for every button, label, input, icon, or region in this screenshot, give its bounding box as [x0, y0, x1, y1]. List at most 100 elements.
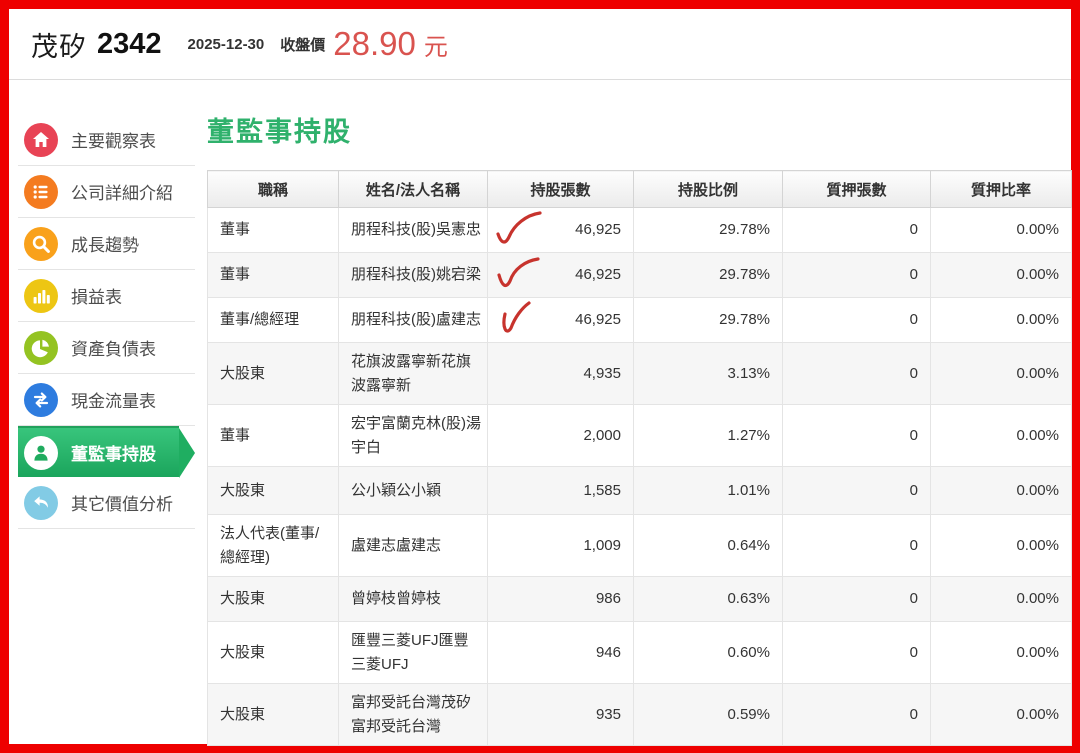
- cell-shares: 46,925: [487, 252, 634, 298]
- cell-name: 花旗波露寧新花旗波露寧新: [338, 342, 488, 405]
- cell-title: 董事/總經理: [207, 297, 339, 343]
- cell-pledge-ratio: 0.00%: [930, 342, 1072, 405]
- cell-shares: 946: [487, 621, 634, 684]
- sidebar-item-label: 董監事持股: [71, 445, 156, 464]
- cell-ratio: 1.27%: [633, 404, 783, 467]
- cell-pledge-ratio: 0.00%: [930, 514, 1072, 577]
- cell-shares: 1,585: [487, 466, 634, 515]
- cell-shares: 2,000: [487, 404, 634, 467]
- col-header-pledge-ratio: 質押比率: [930, 170, 1072, 208]
- quote-date: 2025-12-30: [187, 35, 265, 53]
- cell-shares: 1,009: [487, 514, 634, 577]
- sidebar-item-growth-trend[interactable]: 成長趨勢: [18, 218, 195, 270]
- cell-shares: 46,925: [487, 207, 634, 253]
- cell-title: 董事: [207, 404, 339, 467]
- sidebar-item-label: 主要觀察表: [71, 132, 156, 151]
- cell-pledged: 0: [782, 514, 931, 577]
- sidebar-item-label: 公司詳細介紹: [71, 184, 173, 203]
- cell-name: 匯豐三菱UFJ匯豐三菱UFJ: [338, 621, 488, 684]
- table-row: 大股東 匯豐三菱UFJ匯豐三菱UFJ 946 0.60% 0 0.00%: [207, 621, 1072, 684]
- cell-title: 大股東: [207, 621, 339, 684]
- table-row: 大股東 花旗波露寧新花旗波露寧新 4,935 3.13% 0 0.00%: [207, 342, 1072, 405]
- sidebar-nav: 主要觀察表 公司詳細介紹 成長趨勢 損益表 資產負債表 現金流量表 董監事持股 …: [9, 80, 195, 752]
- cell-pledged: 0: [782, 576, 931, 622]
- col-header-name: 姓名/法人名稱: [338, 170, 488, 208]
- cell-ratio: 29.78%: [633, 297, 783, 343]
- table-row: 董事 朋程科技(股)吳憲忠 46,925 29.78% 0 0.00%: [207, 207, 1072, 253]
- cell-pledge-ratio: 0.00%: [930, 576, 1072, 622]
- cell-name: 朋程科技(股)姚宕梁: [338, 252, 488, 298]
- stock-code: 2342: [97, 27, 162, 60]
- sidebar-item-cash-flow[interactable]: 現金流量表: [18, 374, 195, 426]
- cell-name: 朋程科技(股)吳憲忠: [338, 207, 488, 253]
- col-header-title: 職稱: [207, 170, 339, 208]
- page-title: 董監事持股: [207, 117, 352, 147]
- cell-pledged: 0: [782, 252, 931, 298]
- cell-name: 公小穎公小穎: [338, 466, 488, 515]
- sidebar-item-company-profile[interactable]: 公司詳細介紹: [18, 166, 195, 218]
- sidebar-item-label: 其它價值分析: [71, 495, 173, 514]
- cell-title: 董事: [207, 252, 339, 298]
- col-header-shares: 持股張數: [487, 170, 634, 208]
- content-area: 主要觀察表 公司詳細介紹 成長趨勢 損益表 資產負債表 現金流量表 董監事持股 …: [9, 80, 1072, 752]
- cell-pledge-ratio: 0.00%: [930, 621, 1072, 684]
- cell-shares: 4,935: [487, 342, 634, 405]
- cell-title: 大股東: [207, 466, 339, 515]
- table-row: 董事 宏宇富蘭克林(股)湯宇白 2,000 1.27% 0 0.00%: [207, 404, 1072, 467]
- table-row: 董事/總經理 朋程科技(股)盧建志 46,925 29.78% 0 0.00%: [207, 297, 1072, 343]
- cell-ratio: 0.59%: [633, 683, 783, 746]
- table-row: 董事 朋程科技(股)姚宕梁 46,925 29.78% 0 0.00%: [207, 252, 1072, 298]
- cell-title: 大股東: [207, 342, 339, 405]
- sidebar-item-label: 現金流量表: [71, 392, 156, 411]
- cell-title: 大股東: [207, 683, 339, 746]
- sidebar-item-main-watch[interactable]: 主要觀察表: [18, 114, 195, 166]
- reply-arrow-icon: [24, 485, 58, 520]
- closing-price-label: 收盤價: [280, 36, 326, 54]
- cell-name: 富邦受託台灣茂矽富邦受託台灣: [338, 683, 488, 746]
- bar-chart-icon: [24, 278, 58, 313]
- home-icon: [24, 122, 58, 157]
- list-icon: [24, 174, 58, 209]
- table-row: 大股東 曾婷枝曾婷枝 986 0.63% 0 0.00%: [207, 576, 1072, 622]
- cell-name: 盧建志盧建志: [338, 514, 488, 577]
- cell-pledge-ratio: 0.00%: [930, 683, 1072, 746]
- sidebar-item-label: 資產負債表: [71, 340, 156, 359]
- person-icon: [24, 435, 58, 470]
- cell-pledge-ratio: 0.00%: [930, 404, 1072, 467]
- swap-arrows-icon: [24, 382, 58, 417]
- cell-name: 宏宇富蘭克林(股)湯宇白: [338, 404, 488, 467]
- sidebar-item-balance-sheet[interactable]: 資產負債表: [18, 322, 195, 374]
- sidebar-item-other-value-analysis[interactable]: 其它價值分析: [18, 477, 195, 529]
- cell-pledged: 0: [782, 621, 931, 684]
- cell-shares: 986: [487, 576, 634, 622]
- directors-holdings-table: 職稱 姓名/法人名稱 持股張數 持股比例 質押張數 質押比率 董事 朋程科技(股…: [207, 170, 1072, 746]
- cell-title: 大股東: [207, 576, 339, 622]
- cell-pledged: 0: [782, 466, 931, 515]
- table-row: 大股東 富邦受託台灣茂矽富邦受託台灣 935 0.59% 0 0.00%: [207, 683, 1072, 746]
- sidebar-item-directors-holdings[interactable]: 董監事持股: [18, 426, 179, 477]
- col-header-ratio: 持股比例: [633, 170, 783, 208]
- cell-title: 董事: [207, 207, 339, 253]
- cell-title: 法人代表(董事/總經理): [207, 514, 339, 577]
- main-panel: 董監事持股 職稱 姓名/法人名稱 持股張數 持股比例 質押張數 質押比率 董事: [195, 80, 1072, 752]
- cell-shares: 935: [487, 683, 634, 746]
- cell-ratio: 29.78%: [633, 207, 783, 253]
- stock-name: 茂矽: [31, 31, 87, 62]
- cell-pledged: 0: [782, 342, 931, 405]
- search-icon: [24, 226, 58, 261]
- cell-pledged: 0: [782, 207, 931, 253]
- cell-pledge-ratio: 0.00%: [930, 466, 1072, 515]
- closing-price-value: 28.90: [333, 25, 416, 62]
- cell-ratio: 0.60%: [633, 621, 783, 684]
- cell-pledge-ratio: 0.00%: [930, 252, 1072, 298]
- cell-shares: 46,925: [487, 297, 634, 343]
- cell-pledged: 0: [782, 297, 931, 343]
- sidebar-item-label: 成長趨勢: [71, 236, 139, 255]
- pie-chart-icon: [24, 330, 58, 365]
- red-checkmark-icon: [496, 211, 542, 244]
- col-header-pledged: 質押張數: [782, 170, 931, 208]
- cell-pledged: 0: [782, 404, 931, 467]
- sidebar-item-income-statement[interactable]: 損益表: [18, 270, 195, 322]
- cell-name: 曾婷枝曾婷枝: [338, 576, 488, 622]
- stock-header-bar: 茂矽 2342 2025-12-30 收盤價 28.90 元: [9, 9, 1071, 80]
